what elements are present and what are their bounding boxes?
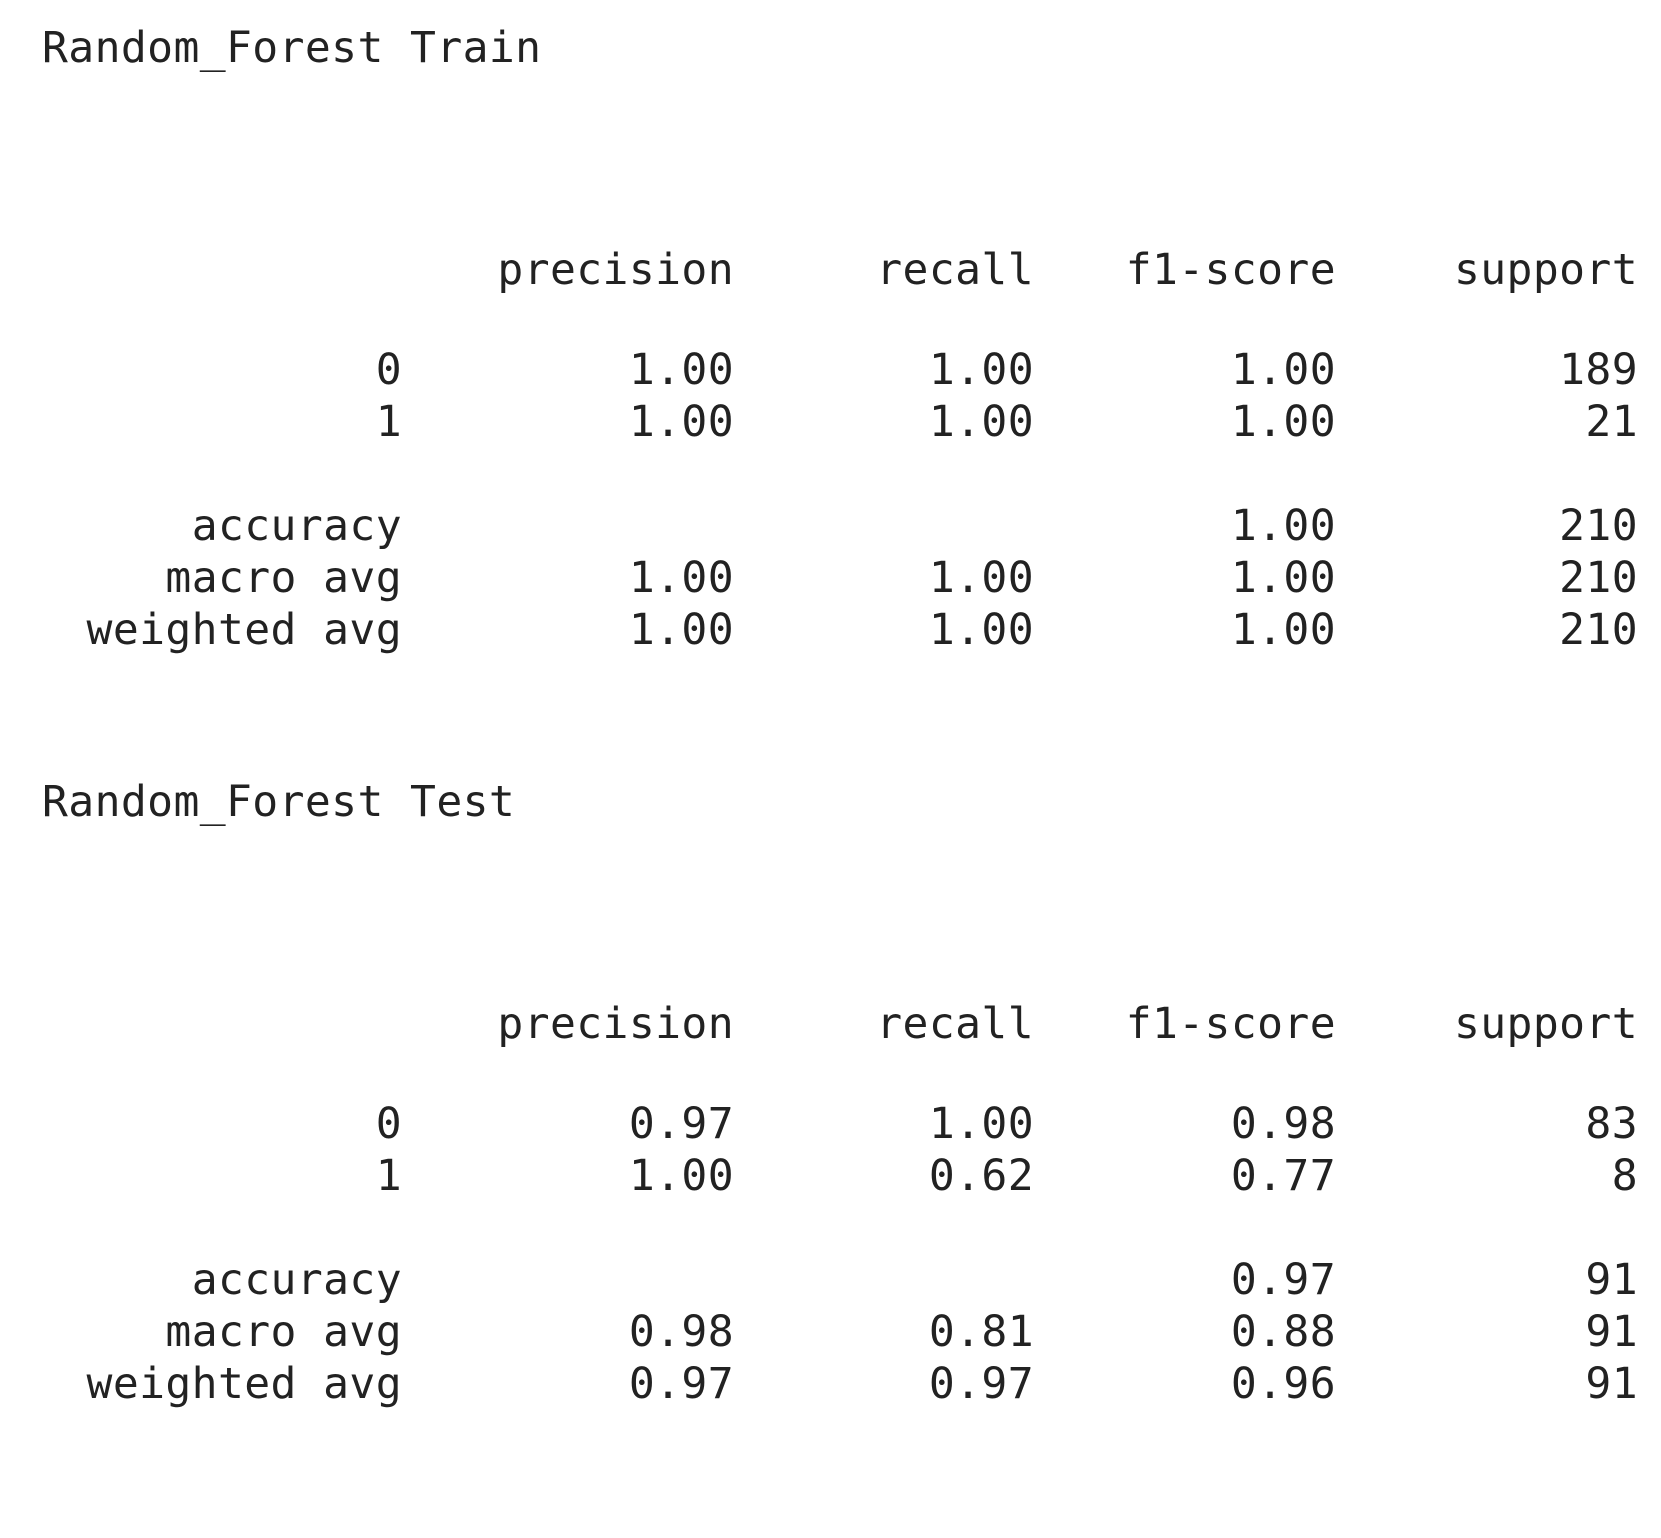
support-header: support bbox=[1453, 245, 1638, 295]
precision-value: 1.00 bbox=[628, 397, 734, 447]
weighted-avg-row: weighted avg 1.00 1.00 1.00 210 bbox=[42, 604, 1642, 656]
recall-value: 0.62 bbox=[928, 1151, 1034, 1201]
support-value: 189 bbox=[1559, 345, 1638, 395]
row-label-header bbox=[42, 244, 402, 296]
recall-value: 1.00 bbox=[928, 1099, 1034, 1149]
support-value: 83 bbox=[1585, 1099, 1638, 1149]
weighted-avg-row: weighted avg 0.97 0.97 0.96 91 bbox=[42, 1358, 1642, 1410]
f1-score-value: 1.00 bbox=[1230, 501, 1336, 551]
train-classification-report: Random_Forest Train precision recall f1-… bbox=[42, 18, 1642, 656]
macro-avg-row: macro avg 0.98 0.81 0.88 91 bbox=[42, 1306, 1642, 1358]
f1-score-value: 0.97 bbox=[1230, 1255, 1336, 1305]
recall-value: 0.97 bbox=[928, 1359, 1034, 1409]
header-row: precision recall f1-score support bbox=[42, 244, 1642, 296]
class-label: 0 bbox=[375, 345, 402, 395]
summary-label: weighted avg bbox=[86, 1359, 402, 1409]
support-value: 91 bbox=[1585, 1255, 1638, 1305]
precision-value: 1.00 bbox=[628, 605, 734, 655]
support-value: 210 bbox=[1559, 553, 1638, 603]
precision-value: 1.00 bbox=[628, 345, 734, 395]
recall-value: 0.81 bbox=[928, 1307, 1034, 1357]
precision-header: precision bbox=[497, 999, 734, 1049]
precision-value: 1.00 bbox=[628, 1151, 734, 1201]
f1-score-value: 0.88 bbox=[1230, 1307, 1336, 1357]
recall-value: 1.00 bbox=[928, 553, 1034, 603]
support-header: support bbox=[1453, 999, 1638, 1049]
header-row: precision recall f1-score support bbox=[42, 998, 1642, 1050]
class-label: 0 bbox=[375, 1099, 402, 1149]
support-value: 21 bbox=[1585, 397, 1638, 447]
recall-value bbox=[734, 500, 1034, 552]
precision-value: 0.98 bbox=[628, 1307, 734, 1357]
precision-value: 0.97 bbox=[628, 1099, 734, 1149]
class-row: 1 1.00 0.62 0.77 8 bbox=[42, 1150, 1642, 1202]
recall-value: 1.00 bbox=[928, 345, 1034, 395]
summary-label: accuracy bbox=[191, 501, 402, 551]
precision-value: 0.97 bbox=[628, 1359, 734, 1409]
support-value: 210 bbox=[1559, 605, 1638, 655]
f1-score-value: 1.00 bbox=[1230, 397, 1336, 447]
recall-header: recall bbox=[876, 999, 1034, 1049]
class-label: 1 bbox=[375, 1151, 402, 1201]
summary-label: macro avg bbox=[165, 553, 402, 603]
accuracy-row: accuracy 0.97 91 bbox=[42, 1254, 1642, 1306]
summary-label: macro avg bbox=[165, 1307, 402, 1357]
f1-score-value: 0.77 bbox=[1230, 1151, 1336, 1201]
test-classification-report: Random_Forest Test precision recall f1-s… bbox=[42, 772, 1642, 1410]
class-label: 1 bbox=[375, 397, 402, 447]
precision-value bbox=[402, 500, 734, 552]
class-row: 0 1.00 1.00 1.00 189 bbox=[42, 344, 1642, 396]
f1-score-header: f1-score bbox=[1125, 245, 1336, 295]
f1-score-header: f1-score bbox=[1125, 999, 1336, 1049]
accuracy-row: accuracy 1.00 210 bbox=[42, 500, 1642, 552]
f1-score-value: 0.96 bbox=[1230, 1359, 1336, 1409]
report-title: Random_Forest Train bbox=[42, 23, 542, 73]
class-row: 1 1.00 1.00 1.00 21 bbox=[42, 396, 1642, 448]
f1-score-value: 1.00 bbox=[1230, 345, 1336, 395]
f1-score-value: 1.00 bbox=[1230, 605, 1336, 655]
precision-value bbox=[402, 1254, 734, 1306]
precision-header: precision bbox=[497, 245, 734, 295]
recall-value: 1.00 bbox=[928, 397, 1034, 447]
recall-value: 1.00 bbox=[928, 605, 1034, 655]
recall-value bbox=[734, 1254, 1034, 1306]
recall-header: recall bbox=[876, 245, 1034, 295]
f1-score-value: 0.98 bbox=[1230, 1099, 1336, 1149]
precision-value: 1.00 bbox=[628, 553, 734, 603]
support-value: 91 bbox=[1585, 1359, 1638, 1409]
report-title: Random_Forest Test bbox=[42, 777, 516, 827]
macro-avg-row: macro avg 1.00 1.00 1.00 210 bbox=[42, 552, 1642, 604]
summary-label: accuracy bbox=[191, 1255, 402, 1305]
class-row: 0 0.97 1.00 0.98 83 bbox=[42, 1098, 1642, 1150]
summary-label: weighted avg bbox=[86, 605, 402, 655]
support-value: 8 bbox=[1611, 1151, 1638, 1201]
support-value: 210 bbox=[1559, 501, 1638, 551]
f1-score-value: 1.00 bbox=[1230, 553, 1336, 603]
support-value: 91 bbox=[1585, 1307, 1638, 1357]
row-label-header bbox=[42, 998, 402, 1050]
